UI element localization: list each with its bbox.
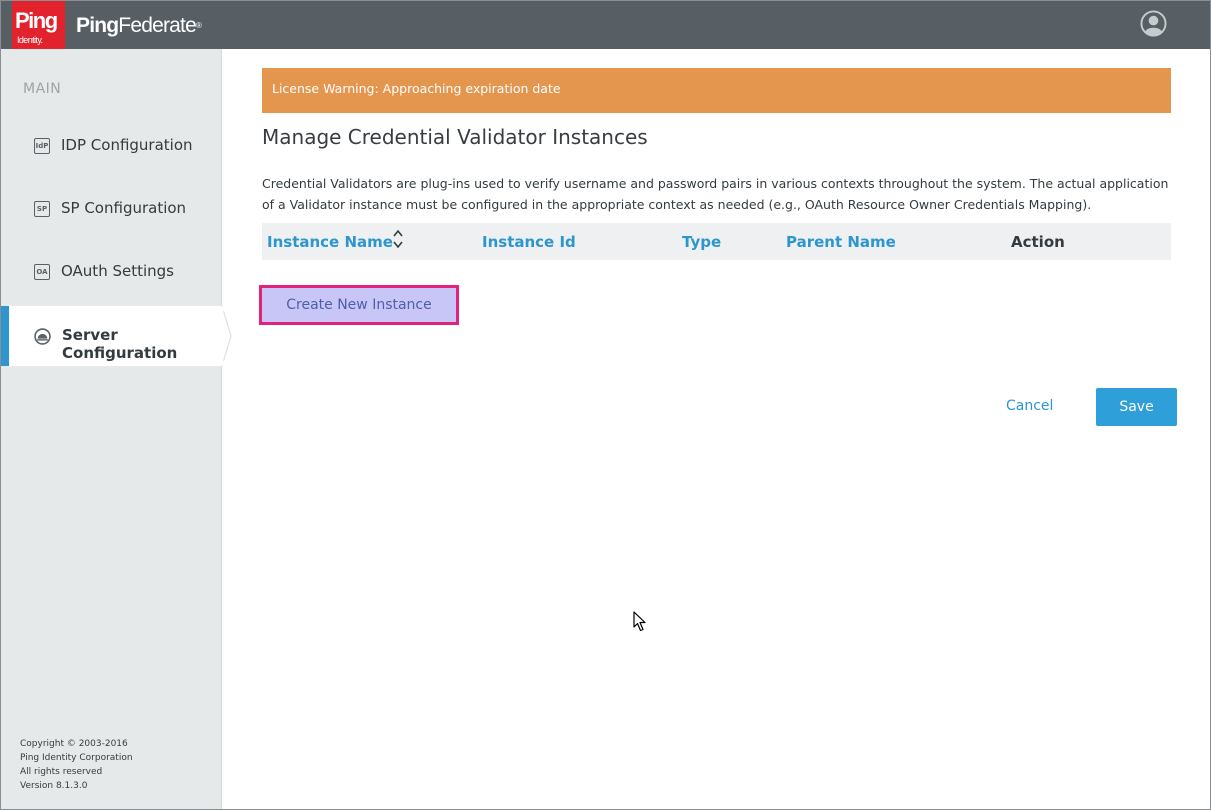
- sort-icon[interactable]: [392, 228, 404, 250]
- idp-icon: IdP: [34, 138, 50, 154]
- create-new-instance-button[interactable]: Create New Instance: [259, 285, 459, 325]
- active-item-pointer: [222, 306, 232, 366]
- mouse-cursor-icon: [633, 611, 646, 632]
- logo-subtext: Identity.: [17, 35, 43, 45]
- column-header-label: Instance Name: [267, 233, 393, 251]
- user-profile-icon[interactable]: [1140, 10, 1167, 37]
- oauth-icon: OA: [34, 264, 50, 280]
- column-header-type[interactable]: Type: [682, 233, 721, 251]
- sidebar-item-sp-configuration[interactable]: SP SP Configuration: [1, 179, 222, 239]
- product-name: PingFederate®: [76, 14, 202, 38]
- rights-line: All rights reserved: [20, 767, 103, 777]
- sidebar-item-label: IDP Configuration: [61, 136, 193, 154]
- column-header-instance-id[interactable]: Instance Id: [482, 233, 576, 251]
- sidebar-item-label: Server Configuration: [62, 326, 178, 362]
- company-line: Ping Identity Corporation: [20, 753, 133, 763]
- copyright-line: Copyright © 2003-2016: [20, 739, 128, 749]
- product-name-part1: Ping: [76, 14, 119, 37]
- sidebar-item-label: OAuth Settings: [61, 262, 174, 280]
- sidebar-section-label: MAIN: [23, 81, 62, 97]
- sp-icon: SP: [34, 201, 50, 217]
- sidebar-item-server-configuration[interactable]: Server Configuration: [1, 306, 222, 366]
- cancel-button[interactable]: Cancel: [1006, 398, 1053, 414]
- product-name-part2: Federate: [118, 14, 196, 37]
- column-header-parent-name[interactable]: Parent Name: [786, 233, 896, 251]
- column-header-instance-name[interactable]: Instance Name: [267, 229, 403, 251]
- sidebar-item-oauth-settings[interactable]: OA OAuth Settings: [1, 242, 222, 302]
- column-header-action: Action: [1011, 233, 1065, 251]
- save-button[interactable]: Save: [1096, 388, 1177, 426]
- license-warning-banner: License Warning: Approaching expiration …: [262, 68, 1171, 113]
- logo-text: Ping: [15, 8, 58, 33]
- copyright-info: Copyright © 2003-2016 Ping Identity Corp…: [20, 737, 133, 793]
- page-title: Manage Credential Validator Instances: [262, 125, 648, 149]
- ping-identity-logo: Ping Identity.: [12, 1, 65, 53]
- top-header: Ping Identity. PingFederate®: [1, 1, 1210, 53]
- page-description: Credential Validators are plug-ins used …: [262, 176, 1169, 212]
- table-header: Instance Name Instance Id Type Parent Na…: [262, 223, 1171, 260]
- sidebar-item-label: SP Configuration: [61, 199, 187, 217]
- version-line: Version 8.1.3.0: [20, 781, 88, 791]
- sidebar-item-idp-configuration[interactable]: IdP IDP Configuration: [1, 116, 222, 176]
- sidebar: MAIN IdP IDP Configuration SP SP Configu…: [1, 49, 222, 809]
- server-icon: [34, 328, 51, 345]
- trademark: ®: [195, 21, 202, 30]
